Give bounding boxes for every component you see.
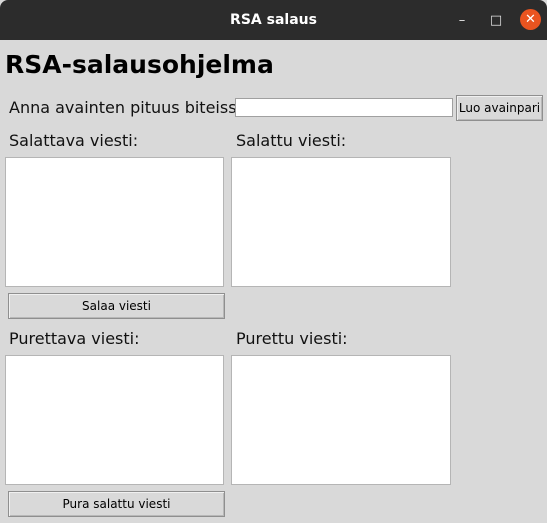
decrypt-button[interactable]: Pura salattu viesti	[8, 491, 225, 517]
decrypted-label: Purettu viesti:	[236, 329, 348, 348]
cipher-input-label: Purettava viesti:	[9, 329, 140, 348]
ciphertext-label: Salattu viesti:	[236, 131, 347, 150]
page-title: RSA-salausohjelma	[5, 50, 274, 79]
minimize-icon[interactable]: –	[452, 10, 472, 30]
title-bar: RSA salaus – □ ✕	[0, 0, 547, 40]
maximize-icon[interactable]: □	[486, 10, 506, 30]
decrypted-textarea[interactable]	[231, 355, 451, 485]
encrypt-button[interactable]: Salaa viesti	[8, 293, 225, 319]
close-icon[interactable]: ✕	[520, 9, 541, 30]
ciphertext-textarea[interactable]	[231, 157, 451, 287]
cipher-input-textarea[interactable]	[5, 355, 224, 485]
key-length-input[interactable]	[235, 98, 453, 117]
plaintext-label: Salattava viesti:	[9, 131, 139, 150]
key-length-label: Anna avainten pituus biteissä:	[9, 98, 252, 117]
plaintext-textarea[interactable]	[5, 157, 224, 287]
generate-keypair-button[interactable]: Luo avainpari	[456, 95, 543, 121]
